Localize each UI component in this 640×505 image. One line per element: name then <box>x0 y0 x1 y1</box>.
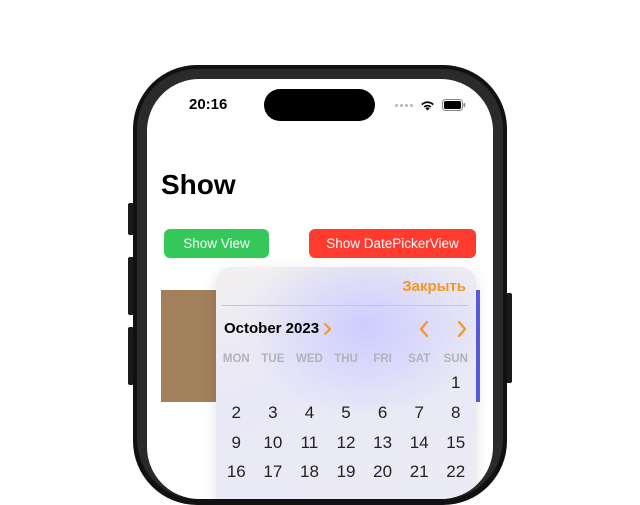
weekday-label: WED <box>296 353 323 365</box>
calendar-day[interactable]: 4 <box>291 403 328 423</box>
calendar-day[interactable]: 5 <box>328 403 365 423</box>
weekday-header: MON TUE WED THU FRI SAT SUN <box>218 353 474 365</box>
status-time: 20:16 <box>189 96 228 113</box>
calendar-day <box>364 373 401 393</box>
close-button[interactable]: Закрыть <box>402 278 466 295</box>
calendar-day <box>218 373 255 393</box>
chevron-left-icon <box>419 320 429 338</box>
calendar-week-row: 16 17 18 19 20 21 22 <box>218 462 474 482</box>
calendar-day[interactable]: 1 <box>437 373 474 393</box>
calendar-day[interactable]: 19 <box>328 462 365 482</box>
cellular-signal-icon <box>395 103 413 107</box>
battery-icon <box>442 99 466 111</box>
calendar-day <box>291 373 328 393</box>
calendar-day[interactable]: 15 <box>437 433 474 453</box>
show-datepicker-button[interactable]: Show DatePickerView <box>309 229 476 258</box>
page-title: Show <box>161 169 236 200</box>
calendar-day[interactable]: 8 <box>437 403 474 423</box>
status-icons <box>395 98 466 112</box>
purple-view-edge <box>476 290 480 402</box>
calendar-day <box>255 373 292 393</box>
calendar-day[interactable]: 17 <box>255 462 292 482</box>
calendar-day[interactable]: 11 <box>291 433 328 453</box>
calendar-day[interactable]: 14 <box>401 433 438 453</box>
weekday-label: MON <box>222 353 250 365</box>
dynamic-island <box>264 89 375 121</box>
calendar-day[interactable]: 20 <box>364 462 401 482</box>
calendar-day <box>401 373 438 393</box>
weekday-label: SUN <box>443 353 468 365</box>
phone-screen: 20:16 Show Show View Show DatePickerView… <box>147 79 493 499</box>
calendar-day <box>328 373 365 393</box>
calendar-day[interactable]: 6 <box>364 403 401 423</box>
wifi-icon <box>421 100 434 110</box>
brown-view <box>161 290 221 402</box>
next-month-button[interactable] <box>456 320 468 341</box>
divider <box>222 305 468 306</box>
calendar-week-row: 1 <box>218 373 474 393</box>
previous-month-button[interactable] <box>418 320 430 341</box>
calendar-day[interactable]: 18 <box>291 462 328 482</box>
chevron-right-icon <box>324 322 332 335</box>
weekday-label: THU <box>334 353 358 365</box>
month-year-label: October 2023 <box>224 320 320 337</box>
calendar-day[interactable]: 13 <box>364 433 401 453</box>
calendar-day[interactable]: 16 <box>218 462 255 482</box>
calendar-day[interactable]: 2 <box>218 403 255 423</box>
calendar-day[interactable]: 10 <box>255 433 292 453</box>
date-picker-popup: Закрыть October 2023 MON TUE WED THU FRI… <box>216 267 476 499</box>
weekday-label: SAT <box>408 353 431 365</box>
weekday-label: FRI <box>373 353 392 365</box>
calendar-day[interactable]: 22 <box>437 462 474 482</box>
chevron-right-icon <box>457 320 467 338</box>
calendar-week-row: 2 3 4 5 6 7 8 <box>218 403 474 423</box>
calendar-day[interactable]: 21 <box>401 462 438 482</box>
calendar-day[interactable]: 9 <box>218 433 255 453</box>
calendar-week-row: 9 10 11 12 13 14 15 <box>218 433 474 453</box>
month-year-button[interactable]: October 2023 <box>224 320 332 337</box>
calendar-day[interactable]: 7 <box>401 403 438 423</box>
show-view-button[interactable]: Show View <box>164 229 269 258</box>
weekday-label: TUE <box>261 353 285 365</box>
calendar-day[interactable]: 12 <box>328 433 365 453</box>
calendar-day[interactable]: 3 <box>255 403 292 423</box>
